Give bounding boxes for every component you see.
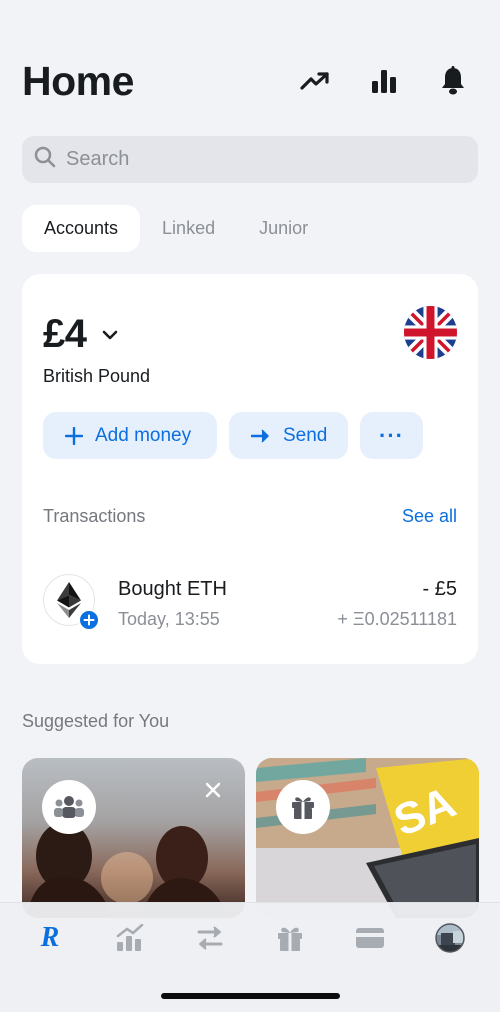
header-icons [298, 64, 470, 98]
currency-name: British Pound [43, 366, 151, 386]
transaction-time: Today, 13:55 [118, 609, 220, 629]
header: Home [22, 56, 478, 106]
suggested-title: Suggested for You [22, 711, 170, 731]
transaction-amount: - £5 [422, 578, 457, 600]
transactions-header: Transactions See all [43, 506, 457, 527]
suggested-card-1[interactable] [22, 758, 245, 918]
page-title: Home [22, 57, 134, 104]
transactions-title: Transactions [43, 506, 146, 526]
add-money-label: Add money [95, 424, 192, 446]
tab-stocks[interactable] [110, 921, 150, 955]
home-logo-icon: R [40, 922, 60, 953]
stocks-icon [116, 924, 144, 951]
transfer-icon [197, 926, 223, 950]
laptop-photo: SA [256, 758, 479, 918]
transaction-row[interactable]: Bought ETH Today, 13:55 - £5 + Ξ0.025111… [43, 574, 457, 634]
balance-amount: £4 [43, 312, 87, 356]
profile-avatar [435, 923, 465, 953]
tab-transfers[interactable] [190, 921, 230, 955]
trending-up-icon[interactable] [298, 64, 332, 98]
uk-flag-icon[interactable] [404, 306, 457, 359]
tab-linked[interactable]: Linked [140, 205, 237, 252]
transaction-name: Bought ETH [118, 578, 227, 600]
chevron-down-icon [101, 329, 119, 341]
balance-selector[interactable]: £4 [43, 312, 119, 357]
send-button[interactable]: Send [229, 412, 348, 459]
suggested-card-2[interactable]: SA [256, 758, 479, 918]
tab-junior[interactable]: Junior [237, 205, 330, 252]
see-all-link[interactable]: See all [402, 506, 457, 527]
plus-badge-icon [78, 609, 100, 631]
search-input[interactable] [66, 148, 446, 171]
group-icon [42, 780, 96, 834]
bar-chart-icon[interactable] [367, 64, 401, 98]
add-money-button[interactable]: Add money [43, 412, 217, 459]
close-icon[interactable] [203, 780, 223, 800]
account-tabs: Accounts Linked Junior [22, 205, 330, 252]
plus-icon [65, 426, 83, 445]
tab-home[interactable]: R [30, 921, 70, 955]
tab-rewards[interactable] [270, 921, 310, 955]
transaction-crypto-amount: + Ξ0.02511181 [337, 609, 457, 629]
tab-accounts[interactable]: Accounts [22, 205, 141, 252]
rewards-icon [278, 927, 302, 951]
tab-profile[interactable] [430, 921, 470, 955]
account-card: £4 British Pound Add money Send ··· Tran… [22, 274, 478, 664]
search-bar[interactable] [22, 136, 478, 183]
account-actions: Add money Send ··· [43, 412, 423, 459]
send-label: Send [283, 424, 328, 446]
gift-icon [276, 780, 330, 834]
tab-cards[interactable] [350, 921, 390, 955]
bell-icon[interactable] [436, 64, 470, 98]
search-icon [34, 146, 56, 173]
home-indicator [161, 993, 340, 999]
arrow-right-icon [251, 428, 271, 444]
more-icon: ··· [379, 422, 404, 448]
cards-icon [356, 928, 384, 948]
more-button[interactable]: ··· [360, 412, 423, 459]
